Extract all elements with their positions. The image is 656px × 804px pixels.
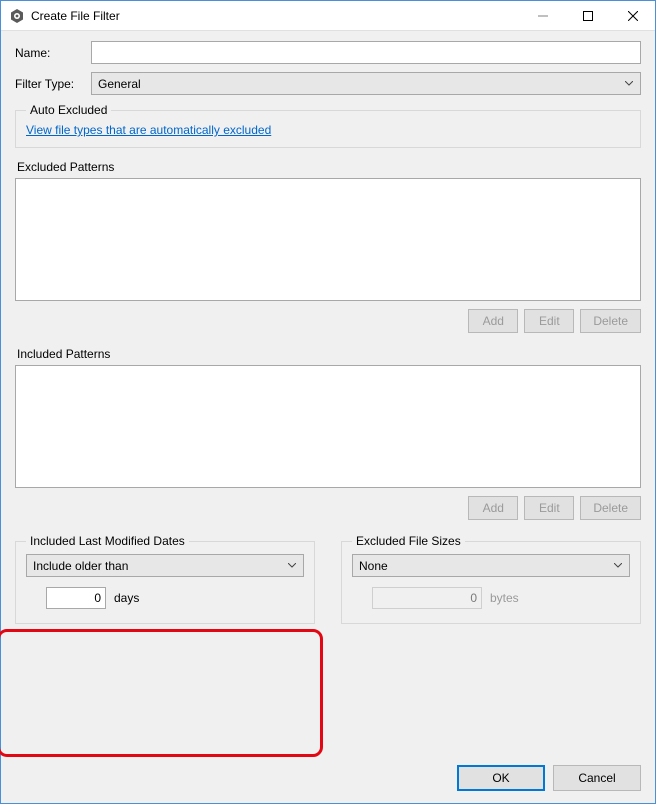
cancel-button[interactable]: Cancel bbox=[553, 765, 641, 791]
ok-button[interactable]: OK bbox=[457, 765, 545, 791]
filtertype-row: Filter Type: General bbox=[15, 72, 641, 95]
included-dates-numrow: days bbox=[26, 587, 304, 609]
included-dates-value: Include older than bbox=[33, 559, 128, 573]
window-title: Create File Filter bbox=[31, 9, 120, 23]
name-label: Name: bbox=[15, 46, 91, 60]
close-button[interactable] bbox=[610, 1, 655, 31]
maximize-button[interactable] bbox=[565, 1, 610, 31]
name-row: Name: bbox=[15, 41, 641, 64]
highlight-annotation bbox=[0, 629, 323, 757]
included-add-button[interactable]: Add bbox=[468, 496, 518, 520]
included-dates-group: Included Last Modified Dates Include old… bbox=[15, 534, 315, 624]
excluded-sizes-numrow: bytes bbox=[352, 587, 630, 609]
excluded-add-button[interactable]: Add bbox=[468, 309, 518, 333]
excluded-delete-button[interactable]: Delete bbox=[580, 309, 641, 333]
autoexcluded-legend: Auto Excluded bbox=[26, 103, 111, 117]
included-buttons: Add Edit Delete bbox=[15, 496, 641, 520]
minimize-button[interactable] bbox=[520, 1, 565, 31]
excluded-sizes-select[interactable]: None bbox=[352, 554, 630, 577]
included-dates-unit: days bbox=[114, 591, 139, 605]
included-patterns-list[interactable] bbox=[15, 365, 641, 488]
dialog-window: Create File Filter Name: Filter Type: Ge… bbox=[0, 0, 656, 804]
included-dates-number[interactable] bbox=[46, 587, 106, 609]
excluded-patterns-label: Excluded Patterns bbox=[17, 160, 641, 174]
included-edit-button[interactable]: Edit bbox=[524, 496, 574, 520]
excluded-sizes-value: None bbox=[359, 559, 388, 573]
filtertype-label: Filter Type: bbox=[15, 77, 91, 91]
filtertype-value: General bbox=[98, 77, 141, 91]
included-delete-button[interactable]: Delete bbox=[580, 496, 641, 520]
chevron-down-icon bbox=[613, 561, 623, 571]
filtertype-select[interactable]: General bbox=[91, 72, 641, 95]
autoexcluded-link[interactable]: View file types that are automatically e… bbox=[26, 123, 271, 137]
dialog-action-buttons: OK Cancel bbox=[457, 765, 641, 791]
name-input[interactable] bbox=[91, 41, 641, 64]
included-dates-select[interactable]: Include older than bbox=[26, 554, 304, 577]
included-dates-legend: Included Last Modified Dates bbox=[26, 534, 189, 548]
excluded-edit-button[interactable]: Edit bbox=[524, 309, 574, 333]
date-size-row: Included Last Modified Dates Include old… bbox=[15, 534, 641, 624]
excluded-sizes-group: Excluded File Sizes None bytes bbox=[341, 534, 641, 624]
titlebar: Create File Filter bbox=[1, 1, 655, 31]
excluded-buttons: Add Edit Delete bbox=[15, 309, 641, 333]
chevron-down-icon bbox=[624, 79, 634, 89]
chevron-down-icon bbox=[287, 561, 297, 571]
excluded-sizes-legend: Excluded File Sizes bbox=[352, 534, 465, 548]
app-icon bbox=[9, 8, 25, 24]
excluded-sizes-number bbox=[372, 587, 482, 609]
autoexcluded-group: Auto Excluded View file types that are a… bbox=[15, 103, 641, 148]
included-patterns-label: Included Patterns bbox=[17, 347, 641, 361]
excluded-sizes-unit: bytes bbox=[490, 591, 519, 605]
dialog-body: Name: Filter Type: General Auto Excluded… bbox=[1, 31, 655, 803]
excluded-patterns-list[interactable] bbox=[15, 178, 641, 301]
